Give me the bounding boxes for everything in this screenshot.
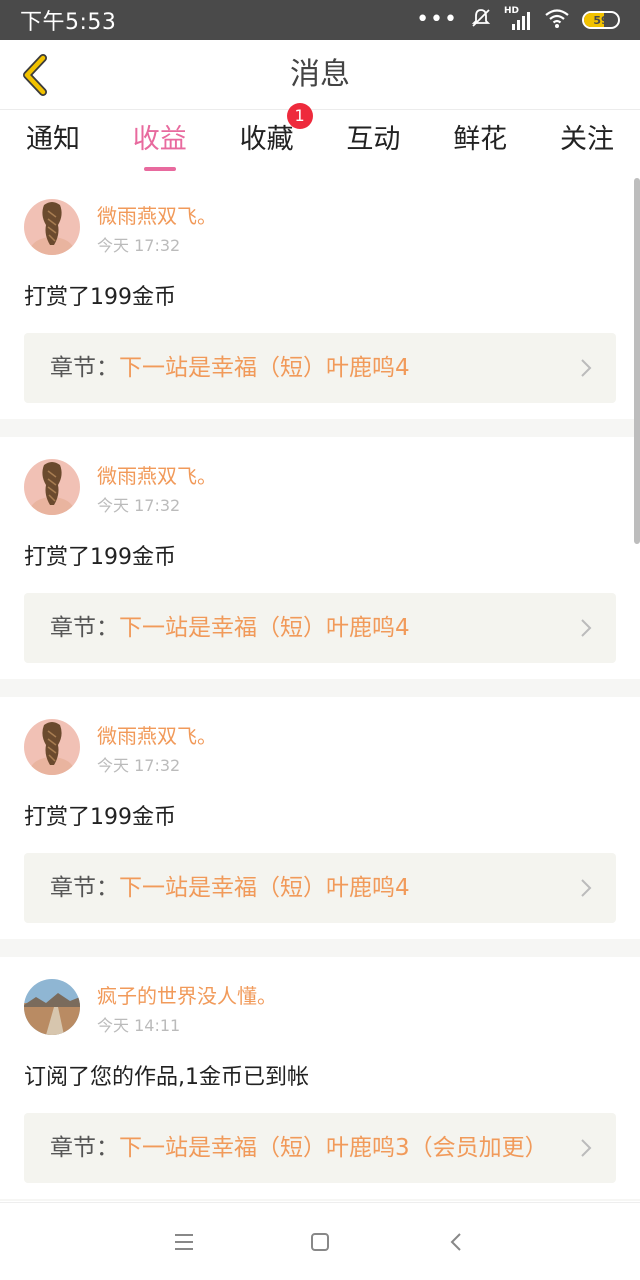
tab-label: 通知 <box>26 124 80 155</box>
more-dots-icon: ••• <box>416 7 458 32</box>
tab-label: 互动 <box>346 124 401 155</box>
battery-level: 59 <box>593 13 609 27</box>
status-icons: ••• HD 59 <box>416 6 620 34</box>
tab-follows[interactable]: 关注 <box>534 111 640 177</box>
status-time: 下午5:53 <box>20 10 117 35</box>
chapter-title: 下一站是幸福（短）叶鹿鸣3（会员加更） <box>119 1135 548 1161</box>
timestamp: 今天 14:11 <box>97 1016 181 1035</box>
chevron-right-icon <box>581 1139 592 1157</box>
tab-label: 关注 <box>559 124 614 155</box>
system-back-button[interactable] <box>436 1222 476 1262</box>
message-text: 打赏了199金币 <box>24 285 176 310</box>
chapter-label: 章节： <box>50 875 119 901</box>
chevron-right-icon <box>581 359 592 377</box>
app-header: 消息 <box>0 40 640 110</box>
avatar[interactable] <box>24 459 80 515</box>
chevron-right-icon <box>581 879 592 897</box>
username[interactable]: 微雨燕双飞。 <box>97 723 217 749</box>
chapter-title: 下一站是幸福（短）叶鹿鸣4 <box>119 875 410 901</box>
chapter-title: 下一站是幸福（短）叶鹿鸣4 <box>119 615 410 641</box>
tab-favorites[interactable]: 收藏 1 <box>214 103 320 177</box>
timestamp: 今天 17:32 <box>97 236 181 255</box>
page-title: 消息 <box>290 57 350 92</box>
system-nav-bar <box>0 1202 640 1280</box>
tab-label: 鲜花 <box>453 124 508 155</box>
message-card: 微雨燕双飞。 今天 17:32 打赏了199金币 章节：下一站是幸福（短）叶鹿鸣… <box>0 437 640 679</box>
tab-earnings[interactable]: 收益 <box>107 111 213 177</box>
tab-flowers[interactable]: 鲜花 <box>427 111 533 177</box>
avatar[interactable] <box>24 979 80 1035</box>
chapter-title: 下一站是幸福（短）叶鹿鸣4 <box>119 355 410 381</box>
back-icon <box>450 1232 461 1251</box>
avatar[interactable] <box>24 199 80 255</box>
chapter-label: 章节： <box>50 615 119 641</box>
tab-bar: 通知 收益 收藏 1 互动 鲜花 关注 <box>0 103 640 177</box>
chevron-right-icon <box>581 619 592 637</box>
timestamp: 今天 17:32 <box>97 756 181 775</box>
username[interactable]: 微雨燕双飞。 <box>97 203 217 229</box>
chapter-link[interactable]: 章节：下一站是幸福（短）叶鹿鸣4 <box>24 593 616 663</box>
status-bar: 下午5:53 ••• HD 59 <box>0 0 640 40</box>
active-tab-indicator <box>143 167 176 171</box>
home-icon <box>311 1232 329 1251</box>
chapter-link[interactable]: 章节：下一站是幸福（短）叶鹿鸣4 <box>24 853 616 923</box>
message-card: 疯子的世界没人懂。 今天 14:11 订阅了您的作品,1金币已到帐 章节：下一站… <box>0 957 640 1199</box>
message-text: 订阅了您的作品,1金币已到帐 <box>24 1065 309 1090</box>
wifi-icon <box>544 7 570 34</box>
tab-interactions[interactable]: 互动 <box>320 111 426 177</box>
avatar[interactable] <box>24 719 80 775</box>
battery-icon: 59 <box>582 11 620 29</box>
username[interactable]: 微雨燕双飞。 <box>97 463 217 489</box>
chapter-link[interactable]: 章节：下一站是幸福（短）叶鹿鸣4 <box>24 333 616 403</box>
message-text: 打赏了199金币 <box>24 805 176 830</box>
timestamp: 今天 17:32 <box>97 496 181 515</box>
message-card: 微雨燕双飞。 今天 17:32 打赏了199金币 章节：下一站是幸福（短）叶鹿鸣… <box>0 177 640 419</box>
unread-badge: 1 <box>286 103 313 129</box>
menu-button[interactable] <box>164 1222 204 1262</box>
signal-icon: HD <box>504 6 532 31</box>
menu-icon <box>175 1233 193 1250</box>
username[interactable]: 疯子的世界没人懂。 <box>97 983 277 1009</box>
chapter-link[interactable]: 章节：下一站是幸福（短）叶鹿鸣3（会员加更） <box>24 1113 616 1183</box>
chapter-label: 章节： <box>50 1135 119 1161</box>
message-list[interactable]: 微雨燕双飞。 今天 17:32 打赏了199金币 章节：下一站是幸福（短）叶鹿鸣… <box>0 177 640 1201</box>
tab-label: 收藏 <box>239 124 294 155</box>
chapter-label: 章节： <box>50 355 119 381</box>
message-card: 微雨燕双飞。 今天 17:32 打赏了199金币 章节：下一站是幸福（短）叶鹿鸣… <box>0 697 640 939</box>
scrollbar[interactable] <box>634 178 640 544</box>
tab-notifications[interactable]: 通知 <box>0 111 106 177</box>
tab-label: 收益 <box>132 124 187 155</box>
silent-icon <box>470 7 492 34</box>
message-text: 打赏了199金币 <box>24 545 176 570</box>
home-button[interactable] <box>300 1222 340 1262</box>
